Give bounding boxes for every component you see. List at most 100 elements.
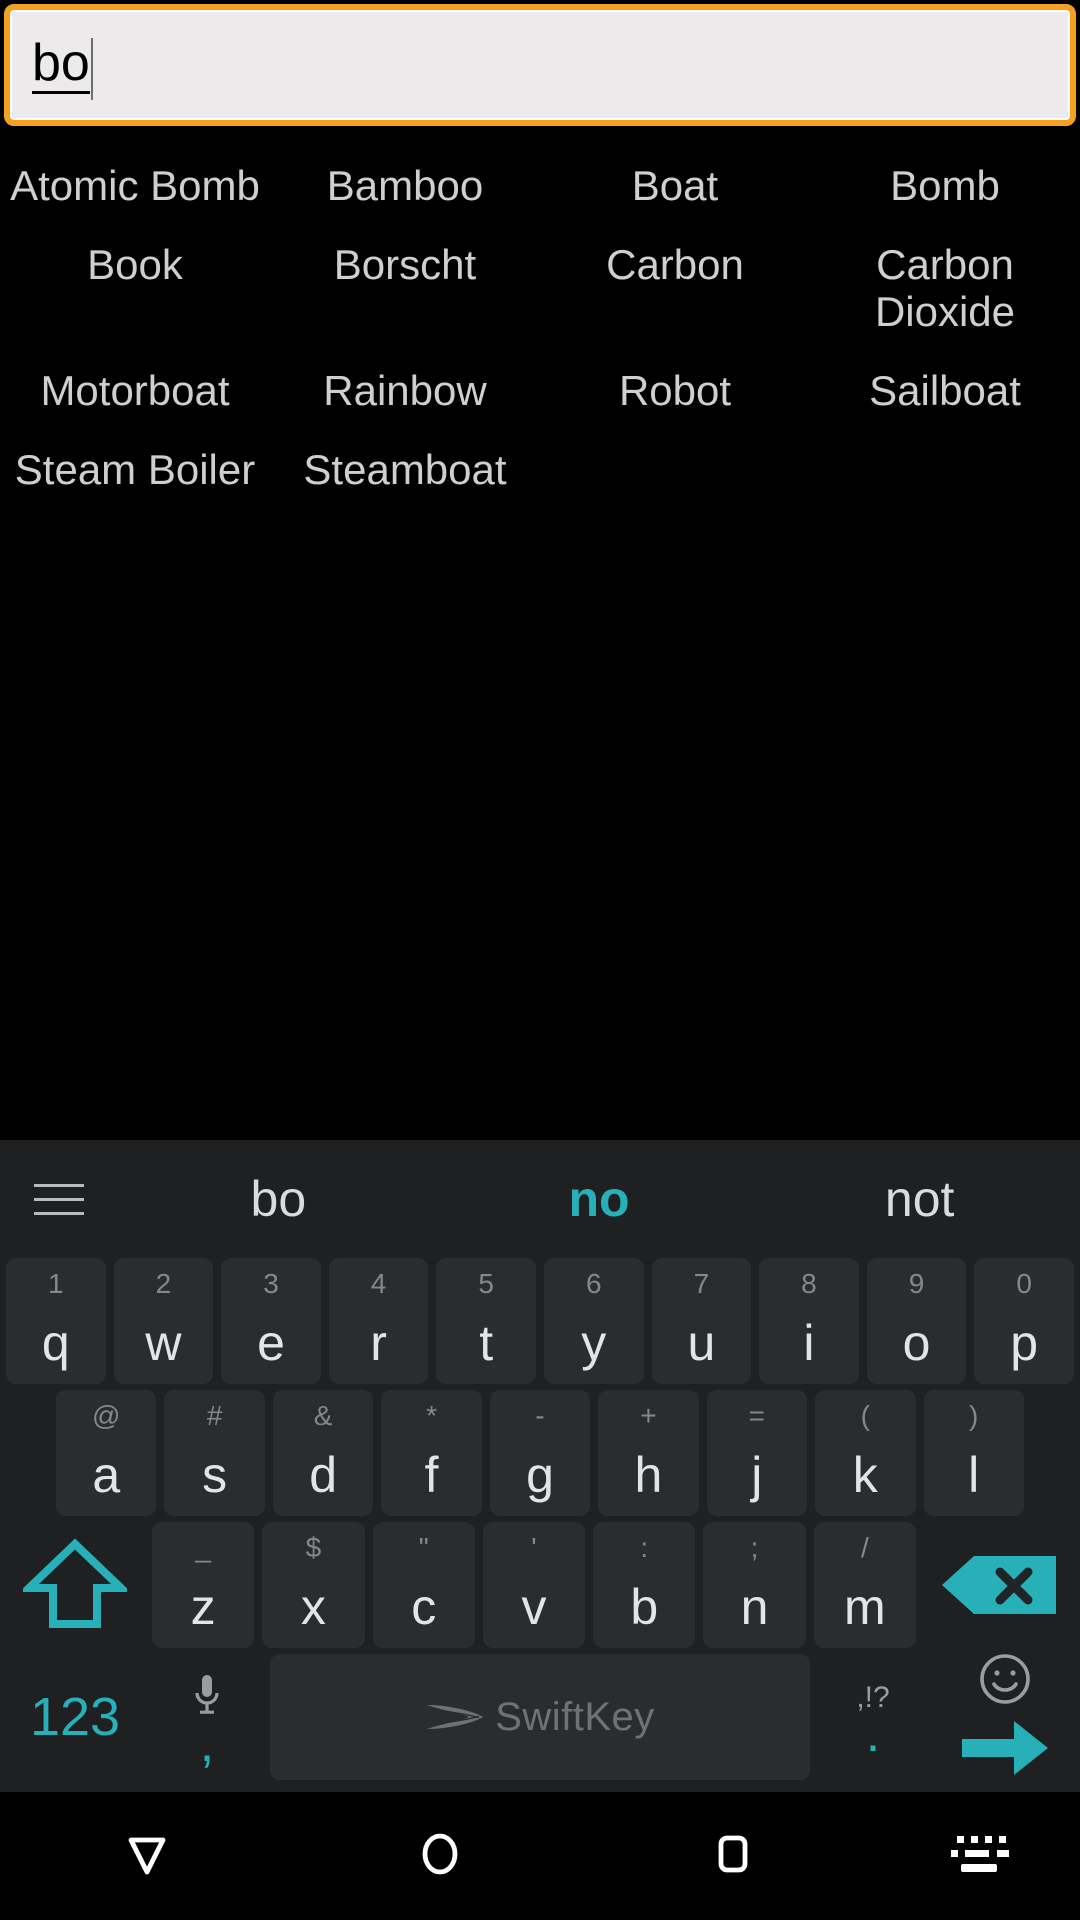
home-circle-icon bbox=[414, 1828, 466, 1885]
space-key[interactable]: SwiftKey bbox=[270, 1654, 810, 1780]
result-item[interactable]: Bomb bbox=[810, 148, 1080, 227]
key-hint: & bbox=[313, 1400, 333, 1431]
key-g[interactable]: -g bbox=[489, 1390, 591, 1516]
key-q[interactable]: 1q bbox=[6, 1258, 106, 1384]
keyboard-row-4: 123 , SwiftKey ,!? . bbox=[0, 1654, 1080, 1780]
recents-square-icon bbox=[707, 1828, 759, 1885]
key-label: l bbox=[968, 1447, 980, 1503]
results-row: Atomic Bomb Bamboo Boat Bomb bbox=[0, 148, 1080, 227]
numeric-mode-key[interactable]: 123 bbox=[6, 1654, 144, 1780]
key-hint: = bbox=[748, 1400, 766, 1431]
result-item[interactable]: Steam Boiler bbox=[0, 432, 270, 511]
key-n[interactable]: ; n bbox=[703, 1522, 806, 1648]
swiftkey-keyboard: bo no not 1q 2w 3e 4r 5t 6y 7u 8i 9o 0p … bbox=[0, 1140, 1080, 1792]
nav-recents-button[interactable] bbox=[587, 1828, 880, 1885]
key-j[interactable]: = j bbox=[706, 1390, 808, 1516]
result-item[interactable]: Motorboat bbox=[0, 353, 270, 432]
key-hint: + bbox=[640, 1400, 657, 1431]
shift-key[interactable] bbox=[6, 1522, 144, 1648]
key-u[interactable]: 7u bbox=[651, 1258, 752, 1384]
key-label: z bbox=[190, 1579, 216, 1635]
key-hint: 2 bbox=[155, 1268, 172, 1299]
key-label: o bbox=[902, 1315, 931, 1371]
swiftkey-swoosh-icon bbox=[427, 1705, 484, 1729]
key-o[interactable]: 9o bbox=[866, 1258, 967, 1384]
key-z[interactable]: _ z bbox=[152, 1522, 255, 1648]
key-hint: _ bbox=[195, 1532, 211, 1563]
prediction-candidate-2[interactable]: no bbox=[439, 1170, 760, 1228]
key-label: r bbox=[370, 1315, 387, 1371]
key-hint: / bbox=[860, 1532, 869, 1563]
result-item[interactable]: Carbon Dioxide bbox=[810, 227, 1080, 353]
key-r[interactable]: 4r bbox=[328, 1258, 429, 1384]
keyboard-rows: 1q 2w 3e 4r 5t 6y 7u 8i 9o 0p @ a # s & d *… bbox=[0, 1258, 1080, 1792]
nav-keyboard-switch-button[interactable] bbox=[880, 1830, 1080, 1883]
result-item[interactable]: Atomic Bomb bbox=[0, 148, 270, 227]
search-input[interactable]: bo bbox=[4, 4, 1076, 126]
keyboard-row-2: @ a # s & d * f -g + h = j (k ) l bbox=[0, 1390, 1080, 1516]
enter-key[interactable] bbox=[936, 1654, 1074, 1780]
prediction-candidate-3[interactable]: not bbox=[759, 1170, 1080, 1228]
key-e[interactable]: 3e bbox=[221, 1258, 321, 1384]
key-a[interactable]: @ a bbox=[56, 1390, 157, 1516]
result-item[interactable]: Bamboo bbox=[270, 148, 540, 227]
key-y[interactable]: 6y bbox=[543, 1258, 644, 1384]
key-hint: # bbox=[206, 1400, 223, 1431]
keyboard-row-3: _ z $ x " c ' v :b ; n / m bbox=[0, 1522, 1080, 1648]
text-caret bbox=[90, 38, 93, 100]
nav-home-button[interactable] bbox=[293, 1828, 586, 1885]
prediction-candidate-1[interactable]: bo bbox=[118, 1170, 439, 1228]
result-item[interactable]: Carbon bbox=[540, 227, 810, 353]
result-item[interactable]: Sailboat bbox=[810, 353, 1080, 432]
key-i[interactable]: 8i bbox=[759, 1258, 859, 1384]
key-label: n bbox=[740, 1579, 769, 1635]
result-item[interactable]: Boat bbox=[540, 148, 810, 227]
period-label: . bbox=[865, 1705, 881, 1764]
key-c[interactable]: " c bbox=[372, 1522, 475, 1648]
key-m[interactable]: / m bbox=[813, 1522, 916, 1648]
result-item[interactable]: Rainbow bbox=[270, 353, 540, 432]
key-label: i bbox=[803, 1315, 815, 1371]
nav-back-button[interactable] bbox=[0, 1828, 293, 1885]
smiley-icon[interactable] bbox=[978, 1652, 1032, 1711]
key-l[interactable]: ) l bbox=[923, 1390, 1024, 1516]
result-item[interactable]: Steamboat bbox=[270, 432, 540, 511]
result-item[interactable]: Borscht bbox=[270, 227, 540, 353]
period-key[interactable]: ,!? . bbox=[818, 1654, 928, 1780]
prediction-bar: bo no not bbox=[0, 1140, 1080, 1258]
results-row: Steam Boiler Steamboat bbox=[0, 432, 1080, 511]
key-label: x bbox=[300, 1579, 326, 1635]
key-v[interactable]: ' v bbox=[482, 1522, 586, 1648]
hamburger-menu-icon[interactable] bbox=[0, 1183, 118, 1215]
key-hint: @ bbox=[92, 1400, 121, 1431]
backspace-key[interactable] bbox=[924, 1522, 1074, 1648]
key-s[interactable]: # s bbox=[164, 1390, 265, 1516]
key-label: h bbox=[634, 1447, 663, 1503]
key-b[interactable]: :b bbox=[593, 1522, 696, 1648]
key-f[interactable]: * f bbox=[381, 1390, 482, 1516]
key-w[interactable]: 2w bbox=[113, 1258, 214, 1384]
key-p[interactable]: 0p bbox=[974, 1258, 1074, 1384]
swiftkey-wordmark: SwiftKey bbox=[495, 1694, 655, 1739]
key-label: q bbox=[41, 1315, 70, 1371]
key-hint: " bbox=[418, 1532, 429, 1563]
empty-area bbox=[0, 511, 1080, 1140]
back-triangle-icon bbox=[121, 1828, 173, 1885]
key-x[interactable]: $ x bbox=[262, 1522, 365, 1648]
key-label: a bbox=[92, 1447, 121, 1503]
enter-arrow-icon bbox=[960, 1719, 1050, 1782]
key-h[interactable]: + h bbox=[598, 1390, 699, 1516]
comma-key[interactable]: , bbox=[152, 1654, 262, 1780]
result-item[interactable]: Robot bbox=[540, 353, 810, 432]
key-t[interactable]: 5t bbox=[436, 1258, 536, 1384]
key-label: v bbox=[521, 1579, 547, 1635]
key-hint: : bbox=[640, 1532, 649, 1563]
key-hint: 7 bbox=[693, 1268, 710, 1299]
results-row: Book Borscht Carbon Carbon Dioxide bbox=[0, 227, 1080, 353]
key-label: p bbox=[1010, 1315, 1039, 1371]
key-k[interactable]: (k bbox=[815, 1390, 916, 1516]
key-d[interactable]: & d bbox=[272, 1390, 374, 1516]
key-hint: - bbox=[535, 1400, 545, 1431]
result-item[interactable]: Book bbox=[0, 227, 270, 353]
key-hint: ( bbox=[860, 1400, 870, 1431]
